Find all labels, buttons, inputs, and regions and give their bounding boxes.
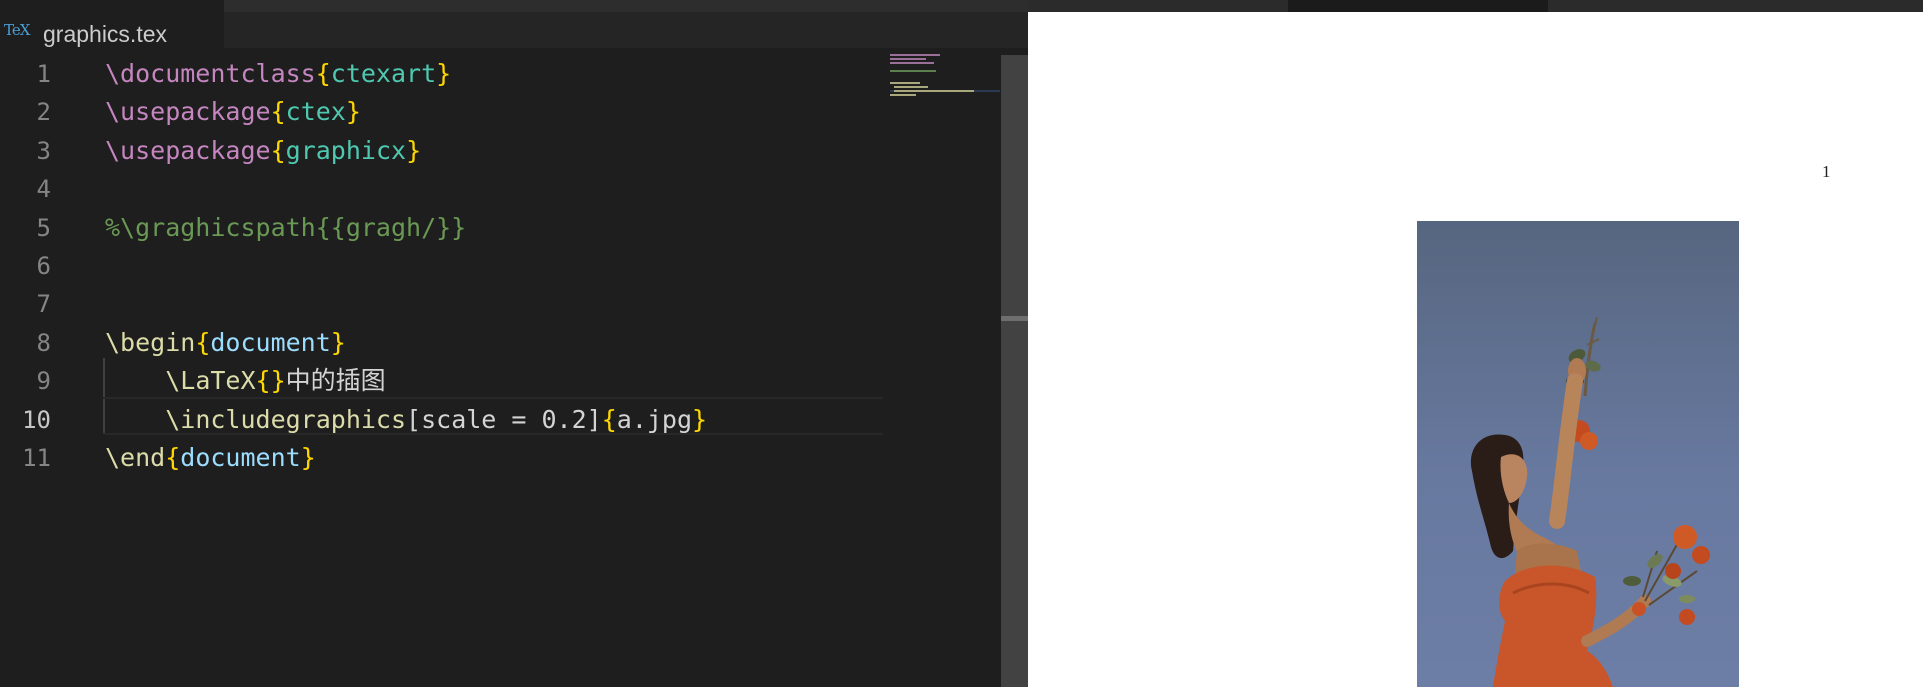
code-token: {} xyxy=(255,366,286,396)
code-token: ctexart xyxy=(330,59,437,88)
code-token: \includegraphics xyxy=(165,404,407,434)
code-line-text: \documentclass{ctexart} xyxy=(105,55,451,93)
code-token: %\graghicspath{{gragh/}} xyxy=(105,212,467,242)
tab-label: graphics.tex xyxy=(43,21,168,47)
line-number: 11 xyxy=(22,444,51,472)
code-token: a.jpg xyxy=(616,404,693,434)
code-token: \documentclass xyxy=(105,59,316,88)
tab-bar-empty-area xyxy=(224,0,1028,12)
code-line[interactable]: 11 \end{document} xyxy=(0,439,1000,477)
code-line[interactable]: 7 xyxy=(0,285,1000,323)
code-line-text: \usepackage{ctex} xyxy=(105,93,361,131)
minimap-line xyxy=(890,54,940,56)
code-token: } xyxy=(330,327,346,357)
line-number: 8 xyxy=(36,328,51,357)
code-token: \usepackage xyxy=(105,135,271,165)
code-line[interactable]: 9 \LaTeX{}中的插图 xyxy=(0,362,1000,400)
code-line-text: %\graghicspath{{gragh/}} xyxy=(105,209,466,247)
code-token: \usepackage xyxy=(105,97,271,127)
code-token: document xyxy=(180,443,301,472)
minimap[interactable] xyxy=(890,52,1000,112)
pdf-viewer[interactable]: 1 xyxy=(1028,0,1923,687)
code-token: { xyxy=(195,327,211,357)
line-number: 2 xyxy=(36,98,51,127)
code-line[interactable]: 8 \begin{document} xyxy=(0,324,1000,362)
minimap-line xyxy=(890,58,926,60)
minimap-line xyxy=(894,86,928,88)
line-number: 1 xyxy=(36,60,51,88)
code-token: graphicx xyxy=(285,135,407,165)
scrollbar-position-marker[interactable] xyxy=(1001,316,1028,321)
code-token: \begin xyxy=(105,327,196,357)
code-line-text: \LaTeX{}中的插图 xyxy=(105,362,386,400)
minimap-line xyxy=(890,82,920,84)
code-token: \end xyxy=(105,443,166,472)
line-number: 10 xyxy=(22,405,51,434)
tex-file-icon: TeX xyxy=(4,21,30,39)
line-number: 5 xyxy=(36,213,51,242)
code-line[interactable]: 10 \includegraphics[scale = 0.2]{a.jpg} xyxy=(0,401,1000,439)
code-token: \LaTeX xyxy=(165,366,256,396)
code-line-text: \usepackage{graphicx} xyxy=(105,132,421,170)
code-line[interactable]: 2 \usepackage{ctex} xyxy=(0,93,1000,131)
code-token: } xyxy=(345,97,361,127)
code-token: } xyxy=(406,135,422,165)
code-token: } xyxy=(436,59,452,88)
code-token: { xyxy=(270,97,286,127)
minimap-line xyxy=(890,94,916,96)
line-number: 4 xyxy=(36,175,51,204)
code-line-text: \end{document} xyxy=(105,439,316,477)
code-token: } xyxy=(692,404,708,434)
line-number: 7 xyxy=(36,290,51,319)
included-image-woman-with-roses xyxy=(1417,221,1739,687)
minimap-line xyxy=(890,62,934,64)
page-number: 1 xyxy=(1822,162,1831,181)
line-number: 6 xyxy=(36,252,51,280)
code-token: { xyxy=(270,135,286,165)
line-number: 9 xyxy=(36,367,51,396)
minimap-line xyxy=(894,90,974,92)
code-line[interactable]: 6 xyxy=(0,247,1000,285)
code-line[interactable]: 3 \usepackage{graphicx} xyxy=(0,132,1000,170)
code-token: [scale = 0.2] xyxy=(406,404,602,434)
code-token: { xyxy=(601,404,617,434)
editor-tab-bar: TeX graphics.tex xyxy=(0,0,1028,48)
vertical-scrollbar[interactable] xyxy=(1001,55,1028,687)
code-line[interactable]: 5 %\graghicspath{{gragh/}} xyxy=(0,209,1000,247)
code-line[interactable]: 4 xyxy=(0,170,1000,208)
code-token: document xyxy=(210,327,331,357)
code-token: 中的插图 xyxy=(285,366,386,396)
code-token: ctex xyxy=(285,97,346,127)
code-line-text: \begin{document} xyxy=(105,324,346,362)
code-line-text: \includegraphics[scale = 0.2]{a.jpg} xyxy=(105,401,707,439)
code-line[interactable]: 1 \documentclass{ctexart} xyxy=(0,55,1000,93)
minimap-line xyxy=(890,70,936,72)
editor-tab-graphics-tex[interactable]: TeX graphics.tex xyxy=(0,0,224,48)
code-token: { xyxy=(315,59,331,88)
viewer-toolbar-strip xyxy=(1028,0,1923,12)
code-editor[interactable]: TeX graphics.tex 1 \documentclass{ctexart… xyxy=(0,0,1028,687)
code-token: { xyxy=(165,443,181,472)
line-number: 3 xyxy=(36,136,51,165)
code-token: } xyxy=(300,443,316,472)
